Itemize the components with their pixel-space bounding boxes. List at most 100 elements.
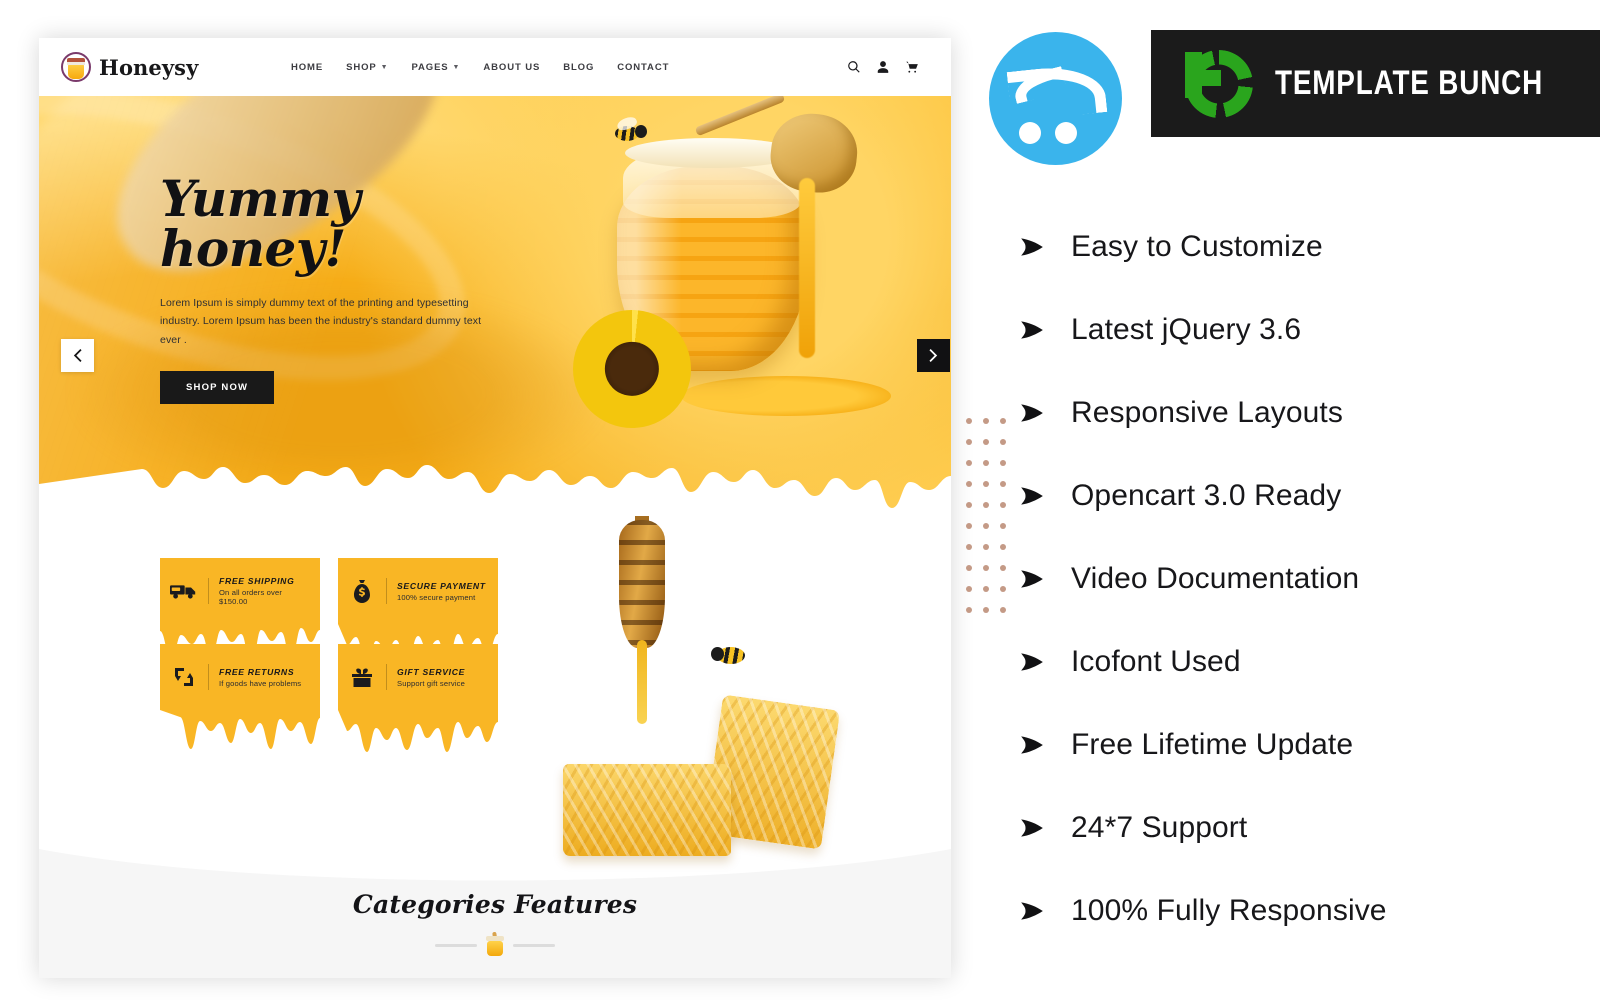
honeycomb-illustration <box>509 506 841 864</box>
nav-item-pages[interactable]: PAGES ▼ <box>411 62 460 73</box>
dot <box>966 418 972 424</box>
nav-label: HOME <box>291 61 324 73</box>
feature-card-gift-service[interactable]: GIFT SERVICE Support gift service <box>338 644 498 752</box>
carousel-next-button[interactable] <box>917 339 950 372</box>
chevron-down-icon: ▼ <box>452 63 461 71</box>
nav-label: PAGES <box>411 61 449 73</box>
promo-feature-label: Easy to Customize <box>1071 229 1323 263</box>
header-tools <box>847 60 929 74</box>
dot <box>966 565 972 571</box>
promo-feature-label: 24*7 Support <box>1071 810 1248 844</box>
dot <box>966 544 972 550</box>
hero-title: Yummy honey! <box>160 169 361 278</box>
dot <box>966 481 972 487</box>
chevron-left-icon <box>73 349 82 362</box>
promo-feature-label: Opencart 3.0 Ready <box>1071 478 1342 512</box>
service-features-band: FREE SHIPPING On all orders over $150.00… <box>39 506 951 856</box>
arrow-bullet-icon <box>1019 898 1045 924</box>
nav-item-about-us[interactable]: ABOUT US <box>483 62 540 73</box>
nav-item-shop[interactable]: SHOP ▼ <box>346 62 388 73</box>
nav-item-home[interactable]: HOME <box>291 62 323 73</box>
dot <box>966 523 972 529</box>
divider <box>208 664 209 690</box>
promo-feature-label: Free Lifetime Update <box>1071 727 1354 761</box>
arrow-bullet-icon <box>1019 483 1045 509</box>
promo-feature-label: Latest jQuery 3.6 <box>1071 312 1302 346</box>
template-bunch-tb-logo-icon <box>1185 49 1253 118</box>
promo-feature-label: Icofont Used <box>1071 644 1241 678</box>
arrow-bullet-icon <box>1019 317 1045 343</box>
divider <box>386 664 387 690</box>
promo-feature-list: Easy to Customize Latest jQuery 3.6 Resp… <box>1019 205 1594 952</box>
feature-card-subtitle: Support gift service <box>397 678 465 688</box>
divider <box>386 578 387 604</box>
feature-card-free-shipping[interactable]: FREE SHIPPING On all orders over $150.00 <box>160 558 320 664</box>
honey-drip-edge <box>338 710 498 752</box>
shop-now-button[interactable]: SHOP NOW <box>160 371 275 405</box>
nav-label: SHOP <box>346 61 377 73</box>
promo-feature-item: 100% Fully Responsive <box>1019 869 1594 952</box>
promo-feature-label: Responsive Layouts <box>1071 395 1343 429</box>
arrow-bullet-icon <box>1019 566 1045 592</box>
promo-feature-item: Icofont Used <box>1019 620 1594 703</box>
hero-slider: Yummy honey! Lorem Ipsum is simply dummy… <box>39 96 951 516</box>
template-bunch-title: TEMPLATE BUNCH <box>1275 64 1544 102</box>
nav-item-contact[interactable]: CONTACT <box>617 62 669 73</box>
site-preview-window: Honeysy HOME SHOP ▼ PAGES ▼ ABOUT US BLO… <box>39 38 951 978</box>
feature-card-free-returns[interactable]: FREE RETURNS If goods have problems <box>160 644 320 749</box>
promo-feature-item: Latest jQuery 3.6 <box>1019 288 1594 371</box>
dot <box>966 460 972 466</box>
feature-card-secure-payment[interactable]: SECURE PAYMENT 100% secure payment <box>338 558 498 667</box>
feature-card-subtitle: If goods have problems <box>219 678 302 688</box>
dot <box>966 502 972 508</box>
bee-icon <box>711 632 755 666</box>
promo-feature-item: Video Documentation <box>1019 537 1594 620</box>
promo-feature-item: 24*7 Support <box>1019 786 1594 869</box>
hero-copy: Yummy honey! Lorem Ipsum is simply dummy… <box>160 169 510 405</box>
search-icon[interactable] <box>847 60 861 74</box>
nav-item-blog[interactable]: BLOG <box>563 62 594 73</box>
promo-feature-item: Free Lifetime Update <box>1019 703 1594 786</box>
promo-feature-label: Video Documentation <box>1071 561 1360 595</box>
honey-jar-illustration <box>561 96 891 438</box>
arrow-bullet-icon <box>1019 649 1045 675</box>
bee-icon <box>613 114 647 142</box>
free-shipping-truck-icon <box>170 579 198 603</box>
arrow-bullet-icon <box>1019 400 1045 426</box>
feature-card-title: SECURE PAYMENT <box>397 580 486 591</box>
promo-panel: TEMPLATE BUNCH Easy to Customize Latest … <box>985 0 1600 1000</box>
section-divider <box>435 931 555 956</box>
dot <box>966 586 972 592</box>
divider-line <box>513 943 555 947</box>
feature-card-subtitle: 100% secure payment <box>397 592 476 602</box>
site-header: Honeysy HOME SHOP ▼ PAGES ▼ ABOUT US BLO… <box>39 38 951 96</box>
template-bunch-banner: TEMPLATE BUNCH <box>1151 30 1600 137</box>
nav-label: ABOUT US <box>483 61 541 73</box>
arrow-bullet-icon <box>1019 815 1045 841</box>
honey-jar-divider-icon <box>485 931 505 956</box>
brand-logo[interactable]: Honeysy <box>61 52 291 82</box>
service-feature-cards: FREE SHIPPING On all orders over $150.00… <box>160 558 500 752</box>
feature-card-title: FREE RETURNS <box>219 666 295 677</box>
arrow-bullet-icon <box>1019 234 1045 260</box>
hero-subtitle: Lorem Ipsum is simply dummy text of the … <box>160 297 482 346</box>
carousel-prev-button[interactable] <box>61 339 94 372</box>
categories-features-section: Categories Features <box>39 846 951 978</box>
honey-jar-logo-icon <box>61 52 91 82</box>
gift-service-box-icon <box>348 665 376 689</box>
nav-label: CONTACT <box>617 61 670 73</box>
free-returns-exchange-icon <box>170 665 198 689</box>
chevron-right-icon <box>929 349 938 362</box>
shopping-cart-icon[interactable] <box>905 60 919 74</box>
secure-payment-moneybag-icon <box>348 579 376 603</box>
divider-line <box>435 943 477 947</box>
promo-feature-label: 100% Fully Responsive <box>1071 893 1387 927</box>
dot <box>966 439 972 445</box>
honey-drip-edge <box>160 710 320 749</box>
categories-features-title: Categories Features <box>352 890 638 919</box>
main-navigation: HOME SHOP ▼ PAGES ▼ ABOUT US BLOG CONTAC… <box>291 62 847 73</box>
promo-feature-item: Easy to Customize <box>1019 205 1594 288</box>
dot <box>966 607 972 613</box>
user-account-icon[interactable] <box>876 60 890 74</box>
sunflower-decor <box>573 310 691 428</box>
